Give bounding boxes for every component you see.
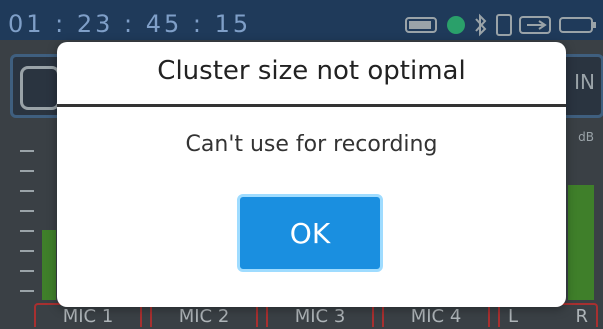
- dialog-title: Cluster size not optimal: [157, 56, 466, 86]
- battery-icon: [559, 17, 596, 33]
- card-icon: [496, 14, 512, 36]
- panel-left-button: [20, 66, 60, 110]
- bluetooth-icon: [475, 13, 487, 37]
- level-meter-right: [568, 185, 594, 300]
- usb-icon: [519, 16, 551, 34]
- status-bar: 01 : 23 : 45 : 15: [0, 0, 603, 40]
- status-icons: [405, 12, 597, 38]
- level-meter-left: [42, 230, 56, 300]
- dialog-message: Can't use for recording: [185, 132, 438, 157]
- ok-button[interactable]: OK: [237, 194, 383, 272]
- db-label: dB: [578, 130, 594, 144]
- recording-dot-icon: [447, 16, 465, 34]
- alert-dialog: Cluster size not optimal Can't use for r…: [57, 42, 566, 307]
- panel-right-label: IN: [574, 70, 595, 94]
- dialog-divider: [57, 104, 566, 107]
- meter-ticks: [20, 150, 34, 300]
- channel-r-label: R: [575, 305, 588, 327]
- battery-icon: [405, 17, 437, 33]
- channel-l-label: L: [508, 305, 519, 327]
- timecode: 01 : 23 : 45 : 15: [8, 10, 252, 38]
